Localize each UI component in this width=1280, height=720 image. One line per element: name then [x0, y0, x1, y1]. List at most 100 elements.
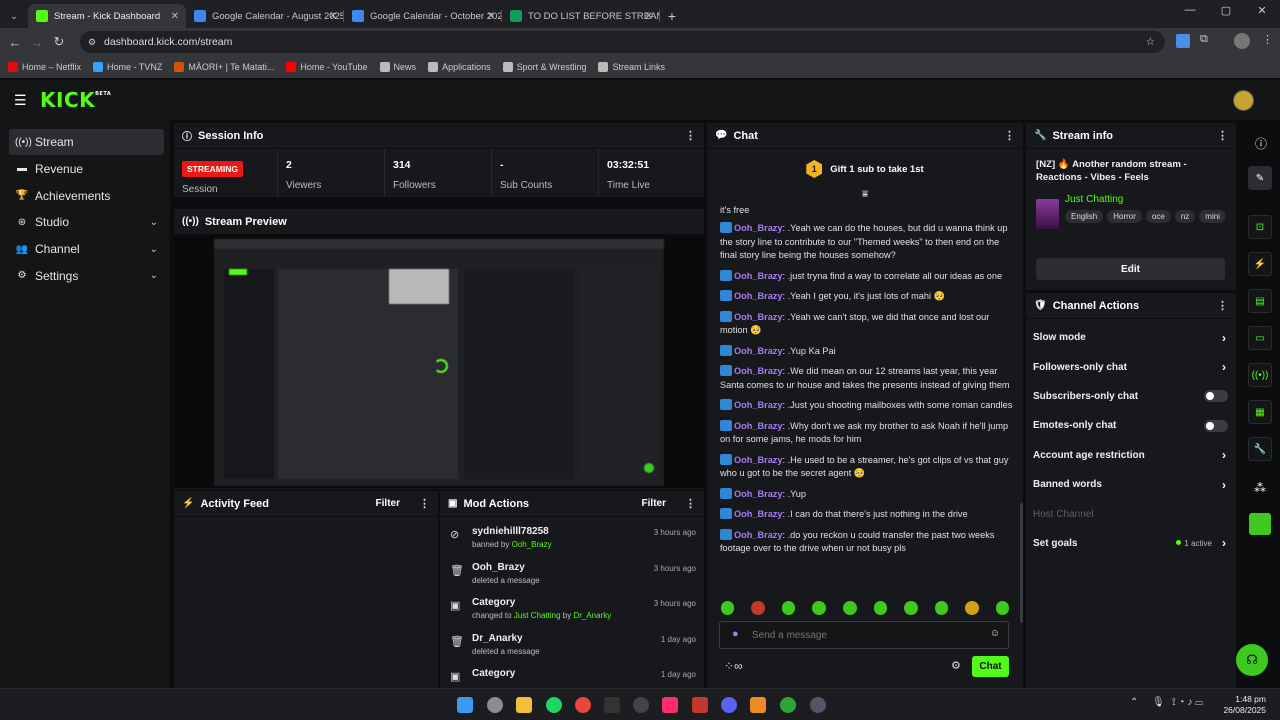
browser-tab[interactable]: Stream - Kick Dashboard ✕ — [28, 4, 186, 28]
emote-icon[interactable] — [751, 601, 765, 615]
chat-username[interactable]: Ooh_Brazy — [734, 291, 783, 301]
tiktok-icon[interactable] — [662, 697, 678, 713]
emote-icon[interactable] — [842, 601, 857, 615]
activity-more-icon[interactable]: ⋮ — [419, 497, 430, 510]
browser-tab[interactable]: TO DO LIST BEFORE STREAM ST✕ — [502, 4, 660, 28]
site-info-icon[interactable]: ⚙ — [88, 37, 96, 48]
chat-username[interactable]: Ooh_Brazy — [734, 271, 783, 281]
browser-tab[interactable]: Google Calendar - August 2025 ✕ — [186, 4, 344, 28]
emoji-icon[interactable]: ☺ — [990, 628, 1000, 639]
menu-icon[interactable]: ⋮ — [1262, 33, 1273, 46]
chat-input[interactable]: ● ☺ — [719, 621, 1009, 649]
bookmark-item[interactable]: MĀORI+ | Te Matati... — [174, 62, 274, 72]
chat-username[interactable]: Ooh_Brazy — [734, 489, 783, 499]
chat-settings-icon[interactable]: ⚙ — [951, 659, 961, 672]
mod-action-actor[interactable]: Just Chatting — [514, 611, 561, 620]
emote-icon[interactable] — [965, 601, 979, 615]
reload-icon[interactable]: ↻ — [48, 34, 70, 50]
channel-actions-more-icon[interactable]: ⋮ — [1217, 299, 1228, 312]
channel-action-account-age-restriction[interactable]: Account age restriction › — [1026, 441, 1236, 470]
chrome-icon[interactable] — [575, 697, 591, 713]
user-avatar[interactable] — [1233, 90, 1254, 111]
category-name[interactable]: Just Chatting — [1065, 194, 1123, 205]
extension-icon[interactable] — [1176, 34, 1190, 48]
tab-close-icon[interactable]: ✕ — [329, 11, 337, 22]
chat-username[interactable]: Ooh_Brazy — [734, 312, 783, 322]
chat-scrollbar[interactable] — [1020, 503, 1023, 623]
mod-action-actor[interactable]: Ooh_Brazy — [512, 540, 552, 549]
tab-close-icon[interactable]: ✕ — [487, 11, 495, 22]
session-more-icon[interactable]: ⋮ — [685, 129, 696, 142]
stream-preview-video[interactable] — [174, 235, 704, 488]
bookmark-item[interactable]: Stream Links — [598, 62, 665, 72]
support-button[interactable]: ☊ — [1236, 644, 1268, 676]
bookmark-item[interactable]: News — [379, 62, 416, 72]
xbox-icon[interactable] — [780, 697, 796, 713]
stream-tag[interactable]: English — [1065, 210, 1104, 223]
file-explorer-icon[interactable] — [516, 697, 532, 713]
chat-username[interactable]: Ooh_Brazy — [734, 400, 783, 410]
sidebar-item-stream[interactable]: ((•)) Stream — [9, 129, 164, 155]
activity-filter-button[interactable]: Filter — [376, 498, 400, 509]
back-icon[interactable]: ← — [4, 35, 26, 50]
sidebar-item-studio[interactable]: ⊛ Studio ⌄ — [9, 209, 164, 235]
stream-info-more-icon[interactable]: ⋮ — [1217, 129, 1228, 142]
close-window-icon[interactable]: ✕ — [1244, 4, 1280, 17]
settings-gear-icon[interactable] — [487, 697, 503, 713]
tools-icon[interactable]: 🔧 — [1248, 437, 1272, 461]
layers-icon[interactable]: ▦ — [1248, 400, 1272, 424]
emote-icon[interactable] — [812, 601, 826, 615]
channel-action-slow-mode[interactable]: Slow mode › — [1026, 323, 1236, 352]
stream-tag[interactable]: Horror — [1107, 210, 1142, 223]
windows-start-icon[interactable] — [457, 697, 473, 713]
chat-username[interactable]: Ooh_Brazy — [734, 366, 783, 376]
tab-search-button[interactable]: ⌄ — [0, 4, 28, 28]
chat-more-icon[interactable]: ⋮ — [1004, 129, 1015, 142]
bookmark-item[interactable]: Home - YouTube — [286, 62, 368, 72]
chat-username[interactable]: Ooh_Brazy — [734, 346, 783, 356]
maximize-icon[interactable]: ▢ — [1208, 4, 1244, 17]
mod-filter-button[interactable]: Filter — [642, 498, 666, 509]
browser-tab[interactable]: Google Calendar - October 2025 ✕ — [344, 4, 502, 28]
chat-username[interactable]: Ooh_Brazy — [734, 455, 783, 465]
vlc-icon[interactable] — [750, 697, 766, 713]
chat-message-input[interactable] — [752, 627, 972, 643]
bookmark-item[interactable]: Home – Netflix — [8, 62, 81, 72]
chat-send-button[interactable]: Chat — [972, 656, 1009, 677]
lightning-icon[interactable]: ⚡ — [1248, 252, 1272, 276]
gift-sub-banner[interactable]: 1 Gift 1 sub to take 1st — [707, 149, 1023, 189]
toggle-switch[interactable] — [1204, 390, 1228, 403]
emote-icon[interactable] — [720, 601, 735, 615]
epic-games-icon[interactable] — [604, 697, 620, 713]
microphone-tray-icon[interactable]: 🎙 — [1152, 697, 1165, 708]
chat-username[interactable]: Ooh_Brazy — [734, 509, 783, 519]
edit-button[interactable]: Edit — [1036, 258, 1225, 280]
kick-logo[interactable]: KICKBETA — [40, 88, 111, 112]
puzzle-icon[interactable]: ⧉ — [1200, 33, 1208, 46]
taskbar-clock[interactable]: 1:48 pm 26/08/2025 — [1222, 694, 1266, 716]
chat-username[interactable]: Ooh_Brazy — [734, 223, 783, 233]
forward-icon[interactable]: → — [26, 35, 48, 50]
url-input[interactable]: ⚙ dashboard.kick.com/stream ☆ — [80, 31, 1165, 53]
sidebar-item-achievements[interactable]: 🏆 Achievements — [9, 183, 164, 209]
bookmark-item[interactable]: Applications — [428, 62, 491, 72]
discord-icon[interactable] — [721, 697, 737, 713]
emote-icon[interactable] — [995, 601, 1010, 615]
emote-icon[interactable] — [904, 601, 918, 615]
emote-icon[interactable] — [781, 601, 796, 615]
clip-icon[interactable]: ⊡ — [1248, 215, 1272, 239]
channel-action-subscribers-only-chat[interactable]: Subscribers-only chat — [1026, 382, 1236, 411]
stream-tag[interactable]: mini — [1199, 210, 1225, 223]
emote-icon[interactable] — [934, 601, 949, 615]
scroll-to-bottom-icon[interactable]: ⩸ — [707, 189, 1023, 205]
mod-action-actor[interactable]: Dr_Anarky — [573, 611, 611, 620]
sidebar-item-settings[interactable]: ⚙ Settings ⌄ — [9, 263, 164, 289]
system-tray-chevron-icon[interactable]: ⌃ — [1130, 697, 1138, 708]
spotify-icon[interactable] — [546, 697, 562, 713]
broadcast-icon[interactable]: ((•)) — [1248, 363, 1272, 387]
tab-close-icon[interactable]: ✕ — [645, 11, 653, 22]
bookmark-item[interactable]: Home - TVNZ — [93, 62, 162, 72]
tab-close-icon[interactable]: ✕ — [171, 11, 179, 22]
channel-action-followers-only-chat[interactable]: Followers-only chat › — [1026, 352, 1236, 381]
new-tab-button[interactable]: + — [660, 4, 684, 28]
